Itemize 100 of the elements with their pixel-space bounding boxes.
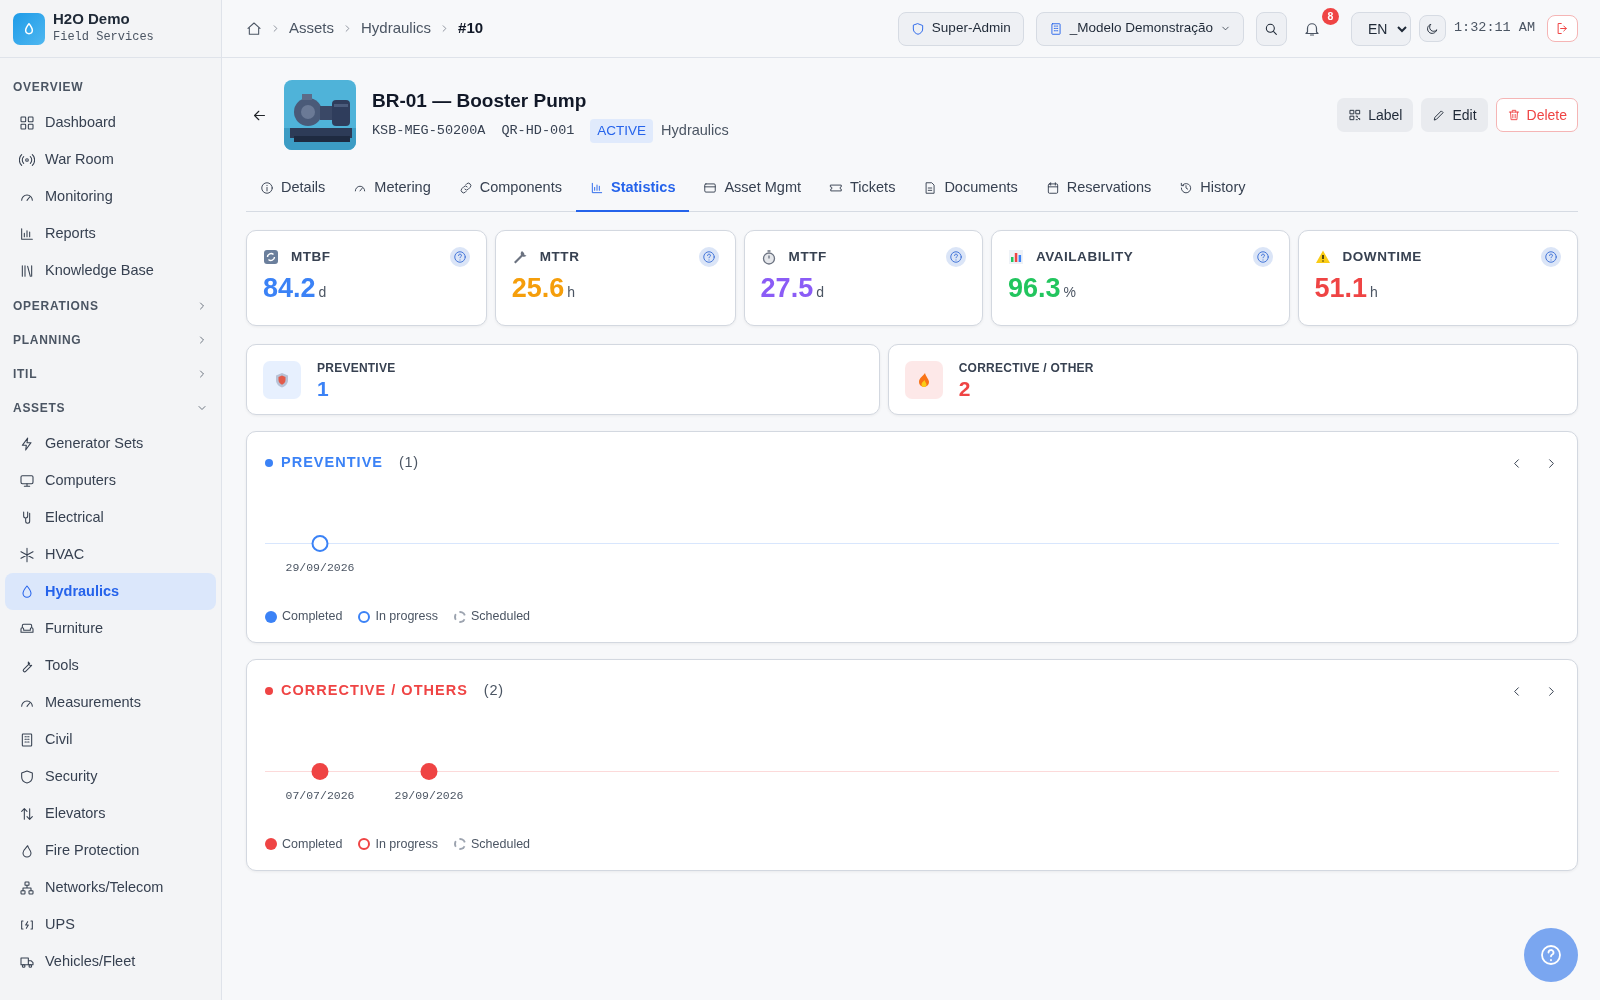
network-icon	[19, 879, 35, 896]
sidebar-item[interactable]: HVAC	[5, 536, 216, 573]
tab[interactable]: Tickets	[815, 166, 910, 212]
grid-icon	[19, 114, 35, 131]
sidebar-item[interactable]: War Room	[5, 141, 216, 178]
count-value: 1	[317, 377, 330, 401]
asset-category: Hydraulics	[661, 121, 729, 141]
search-button[interactable]	[1256, 11, 1287, 46]
breadcrumb-link[interactable]: Hydraulics	[361, 17, 432, 40]
sidebar-item[interactable]: Reports	[5, 215, 216, 252]
clock: 1:32:11 AM	[1454, 19, 1535, 38]
building-icon	[19, 731, 35, 748]
help-icon	[1255, 250, 1270, 265]
breadcrumb-link[interactable]: #10	[458, 17, 484, 40]
section-heading[interactable]: PLANNING	[13, 331, 82, 349]
document-icon	[923, 181, 938, 195]
kpi-value: 51.1	[1314, 275, 1368, 303]
tab[interactable]: Asset Mgmt	[689, 166, 815, 212]
legend-label: In progress	[375, 836, 438, 854]
pencil-icon	[1432, 108, 1447, 122]
home-icon	[246, 20, 262, 37]
help-button[interactable]	[1252, 247, 1273, 268]
flame-icon	[916, 371, 931, 388]
legend-marker	[265, 838, 277, 851]
sidebar-item[interactable]: Hydraulics	[5, 573, 216, 610]
point-date: 29/09/2026	[394, 788, 464, 805]
sidebar-item[interactable]: Dashboard	[5, 104, 216, 141]
kpi-value: 84.2	[263, 275, 316, 303]
history-icon	[1179, 181, 1194, 195]
role-button[interactable]: Super-Admin	[897, 11, 1024, 46]
calendar-icon	[1045, 181, 1060, 195]
point-date: 07/07/2026	[285, 788, 355, 805]
link-icon	[458, 181, 473, 195]
tab[interactable]: Statistics	[575, 166, 690, 212]
tenant-dropdown[interactable]: _Modelo Demonstração	[1035, 11, 1244, 46]
timeline-count: (1)	[399, 452, 419, 472]
sidebar-item[interactable]: Measurements	[5, 684, 216, 721]
shield-icon	[910, 21, 925, 36]
sidebar-item[interactable]: Fire Protection	[5, 832, 216, 869]
action-button[interactable]: Label	[1337, 98, 1414, 132]
theme-toggle[interactable]	[1419, 15, 1446, 42]
sidebar-item[interactable]: Computers	[5, 462, 216, 499]
tab[interactable]: History	[1165, 166, 1260, 212]
help-button[interactable]	[945, 247, 966, 268]
timeline-point[interactable]	[311, 535, 329, 553]
stopwatch-icon	[760, 249, 777, 266]
timeline-point[interactable]	[420, 763, 438, 781]
help-button[interactable]	[1540, 247, 1561, 268]
library-icon	[19, 262, 35, 279]
qr-code-id: QR-HD-001	[501, 122, 575, 141]
tab[interactable]: Documents	[909, 166, 1032, 212]
sidebar-item[interactable]: Electrical	[5, 499, 216, 536]
help-button[interactable]	[698, 247, 719, 268]
breadcrumb-link[interactable]: Assets	[289, 17, 334, 40]
kpi-unit: h	[1370, 283, 1378, 303]
sidebar-item[interactable]: Furniture	[5, 610, 216, 647]
snowflake-icon	[19, 546, 35, 563]
kpi-unit: %	[1063, 283, 1076, 303]
sidebar-item[interactable]: Knowledge Base	[5, 252, 216, 289]
sidebar-item[interactable]: Civil	[5, 721, 216, 758]
count-value: 2	[958, 377, 972, 401]
arrows-icon	[19, 805, 35, 822]
tab[interactable]: Metering	[339, 166, 445, 212]
sidebar-item[interactable]: Vehicles/Fleet	[5, 943, 216, 980]
sidebar-item[interactable]: UPS	[5, 906, 216, 943]
tab[interactable]: Components	[444, 166, 576, 212]
help-icon	[1539, 943, 1563, 967]
app-name: H2O Demo	[53, 11, 131, 28]
action-button[interactable]: Delete	[1495, 98, 1578, 132]
kpi-value: 27.5	[760, 275, 814, 303]
kpi-unit: h	[567, 283, 576, 303]
asset-code: KSB-MEG-50200A	[372, 122, 486, 141]
legend-marker	[454, 838, 466, 851]
kpi-label: DOWNTIME	[1342, 248, 1422, 266]
trash-icon	[1506, 108, 1521, 122]
sidebar-item[interactable]: Elevators	[5, 795, 216, 832]
section-heading[interactable]: ASSETS	[13, 399, 66, 417]
sidebar-item[interactable]: Tools	[5, 647, 216, 684]
sidebar-item[interactable]: Generator Sets	[5, 425, 216, 462]
section-heading[interactable]: ITIL	[13, 365, 38, 383]
legend-marker	[454, 610, 466, 623]
sidebar-item[interactable]: Security	[5, 758, 216, 795]
asset-title: BR-01 — Booster Pump	[372, 88, 588, 113]
sidebar-item[interactable]: Monitoring	[5, 178, 216, 215]
section-heading[interactable]: OPERATIONS	[13, 297, 99, 315]
bar-chart-icon	[589, 181, 604, 195]
ticket-icon	[829, 181, 843, 195]
info-icon	[260, 181, 274, 195]
sidebar-item[interactable]: Networks/Telecom	[5, 869, 216, 906]
kpi-unit: d	[816, 283, 824, 303]
tab[interactable]: Details	[246, 166, 340, 212]
language-select[interactable]: EN	[1351, 11, 1411, 46]
warning-icon	[1314, 249, 1331, 266]
logout-button[interactable]	[1547, 15, 1578, 42]
tab[interactable]: Reservations	[1031, 166, 1166, 212]
help-icon	[1543, 250, 1558, 265]
action-button[interactable]: Edit	[1421, 98, 1488, 132]
help-button[interactable]	[1524, 928, 1578, 982]
timeline-point[interactable]	[311, 763, 329, 781]
help-button[interactable]	[449, 247, 470, 268]
